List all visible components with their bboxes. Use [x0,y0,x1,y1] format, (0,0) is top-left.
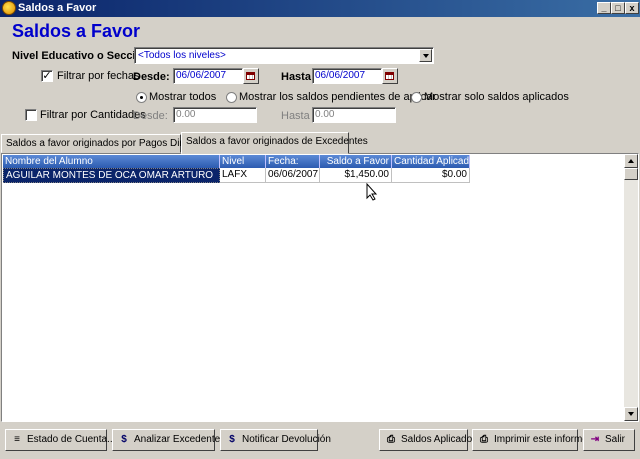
cantidades-label: Filtrar por Cantidades [40,109,146,121]
analizar-excedentes-label: Analizar Excedentes [134,434,226,445]
cell-saldo[interactable]: $1,450.00 [320,168,392,183]
salir-button[interactable]: ⇥ Salir [583,429,635,451]
nivel-select-value: <Todos los niveles> [138,50,226,61]
radio-aplicados-label: Mostrar solo saldos aplicados [424,91,569,103]
title-bar: Saldos a Favor _ □ x [0,0,640,17]
desde-label: Desde: [133,71,170,83]
results-grid[interactable]: Nombre del Alumno Nivel Fecha: Saldo a F… [1,153,639,422]
cell-nombre[interactable]: AGUILAR MONTES DE OCA OMAR ARTURO [3,168,220,183]
maximize-button[interactable]: □ [611,2,625,14]
window-title: Saldos a Favor [18,2,97,14]
hasta-date-field[interactable]: 06/06/2007 [312,68,382,84]
saldos-aplicados-button[interactable]: ⎙ Saldos Aplicados [379,429,477,451]
tab-pagos-directos[interactable]: Saldos a favor originados por Pagos Dire… [1,134,207,153]
scroll-thumb[interactable] [624,168,638,180]
cell-fecha[interactable]: 06/06/2007 [266,168,320,183]
hasta-label: Hasta [281,71,311,83]
nivel-select[interactable]: <Todos los niveles> [134,47,434,64]
col-header-nivel[interactable]: Nivel [220,155,266,168]
nivel-label: Nivel Educativo o Sección [12,50,149,62]
cant-desde-field[interactable]: 0.00 [173,107,257,123]
salir-label: Salir [605,434,626,445]
tab-excedentes[interactable]: Saldos a favor originados de Excedentes [181,132,368,154]
estado-cuenta-label: Estado de Cuenta... [27,434,116,445]
chevron-down-icon[interactable] [419,49,432,62]
app-icon [2,1,16,15]
printer-icon: ⎙ [387,434,395,445]
notificar-devolucion-label: Notificar Devolución [242,434,331,445]
cantidades-checkbox[interactable] [25,109,37,121]
fechas-checkbox[interactable]: ✓ [41,70,53,82]
radio-pendientes[interactable] [226,92,237,103]
scroll-down-icon[interactable] [624,407,638,421]
saldos-aplicados-label: Saldos Aplicados [401,434,478,445]
imprimir-informe-label: Imprimir este informe [494,434,588,445]
cant-hasta-field[interactable]: 0.00 [312,107,396,123]
notificar-devolucion-button[interactable]: $ Notificar Devolución [220,429,331,451]
fechas-label: Filtrar por fechas [57,70,140,82]
page-title: Saldos a Favor [12,21,141,41]
scroll-up-icon[interactable] [624,154,638,168]
vertical-scrollbar[interactable] [624,154,638,421]
radio-mostrar-todos-label: Mostrar todos [149,91,217,103]
dollar-icon: $ [121,434,127,445]
col-header-nombre[interactable]: Nombre del Alumno [3,155,220,168]
col-header-fecha[interactable]: Fecha: [266,155,320,168]
printer-icon: ⎙ [480,434,488,445]
radio-mostrar-todos[interactable] [136,92,147,103]
estado-cuenta-button[interactable]: ≡ Estado de Cuenta... [5,429,115,451]
cell-cantidad[interactable]: $0.00 [392,168,470,183]
col-header-cantidad[interactable]: Cantidad Aplicada [392,155,470,168]
col-header-saldo[interactable]: Saldo a Favor [320,155,392,168]
analizar-excedentes-button[interactable]: $ Analizar Excedentes [112,429,225,451]
mouse-cursor-icon [366,183,378,201]
radio-pendientes-label: Mostrar los saldos pendientes de aplicar [239,91,436,103]
cant-hasta-label: Hasta [281,110,310,122]
desde-date-field[interactable]: 06/06/2007 [173,68,243,84]
desde-calendar-icon[interactable] [243,68,259,84]
close-button[interactable]: x [625,2,639,14]
dollar-icon: $ [229,434,235,445]
exit-icon: ⇥ [590,434,600,445]
cell-nivel[interactable]: LAFX [220,168,266,183]
cant-desde-label: Desde: [133,110,168,122]
minimize-button[interactable]: _ [597,2,611,14]
imprimir-informe-button[interactable]: ⎙ Imprimir este informe [472,429,588,451]
radio-aplicados[interactable] [411,92,422,103]
ledger-icon: ≡ [14,434,20,445]
hasta-calendar-icon[interactable] [382,68,398,84]
